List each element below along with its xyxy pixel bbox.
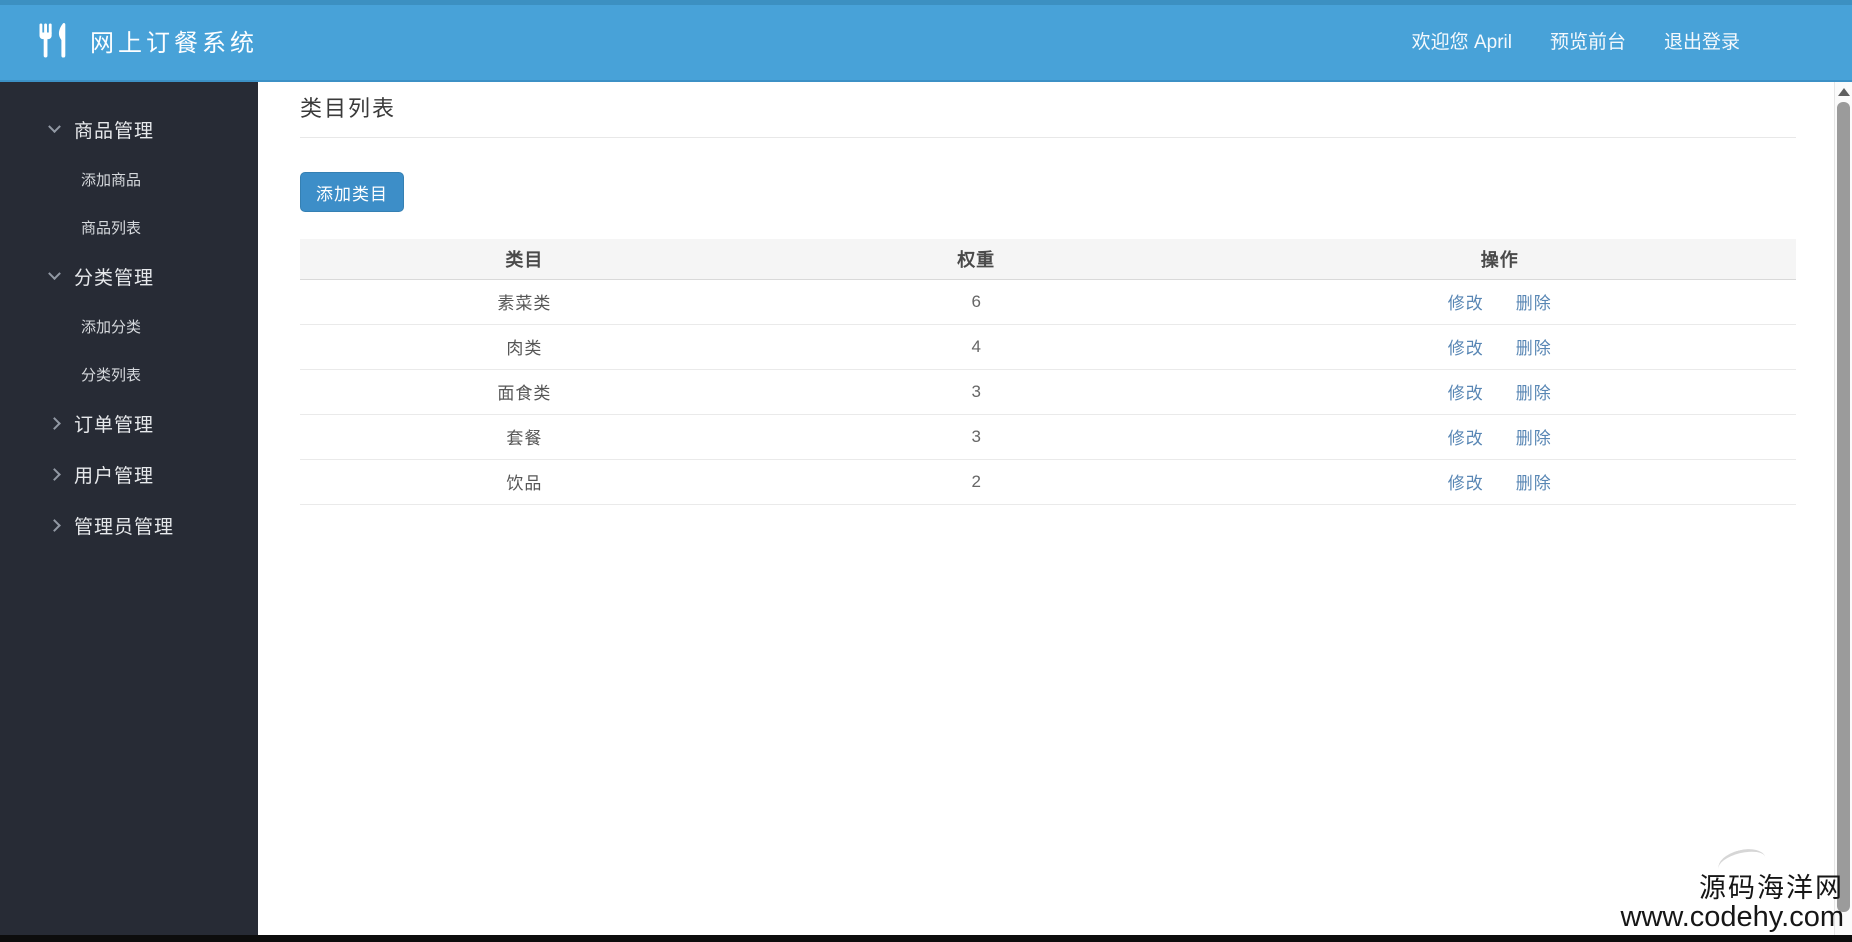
table-row: 饮品 2 修改 删除 [300, 459, 1796, 505]
cell-category: 套餐 [300, 414, 749, 460]
watermark-line1: 源码海洋网 [1699, 872, 1844, 903]
column-header-actions: 操作 [1203, 239, 1796, 280]
table-row: 面食类 3 修改 删除 [300, 369, 1796, 415]
preview-frontend-link[interactable]: 预览前台 [1550, 27, 1626, 54]
vertical-scrollbar[interactable] [1834, 82, 1852, 935]
sidebar-group-4[interactable]: 管理员管理 [0, 500, 258, 551]
sidebar-group-label: 订单管理 [74, 415, 155, 436]
edit-link[interactable]: 修改 [1448, 384, 1484, 403]
sidebar-group-label: 管理员管理 [74, 517, 175, 538]
top-header: 网上订餐系统 欢迎您 April 预览前台 退出登录 [0, 0, 1852, 82]
sidebar-subitem-0-0[interactable]: 添加商品 [0, 155, 258, 203]
edit-link[interactable]: 修改 [1448, 339, 1484, 358]
app-title: 网上订餐系统 [90, 29, 258, 57]
cell-weight: 6 [748, 279, 1204, 325]
column-header-weight: 权重 [748, 239, 1204, 280]
cell-actions: 修改 删除 [1203, 279, 1796, 325]
chevron-down-icon [48, 120, 61, 134]
category-table: 类目 权重 操作 素菜类 6 修改 删除 肉类 4 修改 删除 面食类 3 修改 删除 套餐 3 修改 删除饮… [300, 239, 1796, 505]
sidebar-group-3[interactable]: 用户管理 [0, 449, 258, 500]
sidebar-menu: 商品管理添加商品 商品列表分类管理添加分类 分类列表订单管理用户管理管理员管理 [0, 82, 258, 551]
sidebar-group-1[interactable]: 分类管理 [0, 251, 258, 302]
welcome-user-label: 欢迎您 April [1411, 31, 1512, 53]
cell-weight: 3 [748, 369, 1204, 415]
table-row: 素菜类 6 修改 删除 [300, 279, 1796, 325]
sidebar-subitem-1-1[interactable]: 分类列表 [0, 350, 258, 398]
scrollbar-thumb[interactable] [1837, 102, 1850, 912]
chevron-right-icon [48, 417, 61, 430]
column-header-category: 类目 [300, 239, 749, 280]
cell-category: 素菜类 [300, 279, 749, 325]
cell-actions: 修改 删除 [1203, 414, 1796, 460]
delete-link[interactable]: 删除 [1516, 294, 1552, 313]
table-row: 套餐 3 修改 删除 [300, 414, 1796, 460]
logout-link[interactable]: 退出登录 [1664, 27, 1740, 54]
chevron-down-icon [48, 267, 61, 281]
header-right-nav: 欢迎您 April 预览前台 退出登录 [1412, 27, 1852, 54]
cell-weight: 3 [748, 414, 1204, 460]
edit-link[interactable]: 修改 [1448, 294, 1484, 313]
chevron-right-icon [48, 519, 61, 532]
sidebar-subitem-1-0[interactable]: 添加分类 [0, 302, 258, 350]
delete-link[interactable]: 删除 [1516, 429, 1552, 448]
sidebar-subitem-0-1[interactable]: 商品列表 [0, 203, 258, 251]
edit-link[interactable]: 修改 [1448, 429, 1484, 448]
cell-weight: 2 [748, 459, 1204, 505]
delete-link[interactable]: 删除 [1516, 384, 1552, 403]
cell-weight: 4 [748, 324, 1204, 370]
page-title: 类目列表 [300, 96, 397, 121]
title-divider [300, 137, 1796, 138]
main-content: 类目列表 添加类目 类目 权重 操作 素菜类 6 修改 删除 肉类 4 修改 删除 面食类 3 修改… [258, 82, 1834, 935]
watermark-line2: www.codehy.com [1620, 900, 1845, 933]
brand[interactable]: 网上订餐系统 [0, 17, 258, 63]
scroll-up-arrow-icon[interactable] [1838, 88, 1850, 96]
sidebar-group-label: 商品管理 [74, 121, 155, 142]
sidebar-group-2[interactable]: 订单管理 [0, 398, 258, 449]
bottom-edge-bar [0, 935, 1852, 942]
site-watermark: 源码海洋网 www.codehy.com [1621, 874, 1845, 932]
cell-actions: 修改 删除 [1203, 369, 1796, 415]
sidebar: 商品管理添加商品 商品列表分类管理添加分类 分类列表订单管理用户管理管理员管理 [0, 82, 258, 935]
cell-actions: 修改 删除 [1203, 459, 1796, 505]
sidebar-group-label: 用户管理 [74, 466, 155, 487]
cell-actions: 修改 删除 [1203, 324, 1796, 370]
sidebar-group-0[interactable]: 商品管理 [0, 104, 258, 155]
cell-category: 肉类 [300, 324, 749, 370]
utensils-icon [30, 17, 76, 63]
cell-category: 饮品 [300, 459, 749, 505]
edit-link[interactable]: 修改 [1448, 474, 1484, 493]
delete-link[interactable]: 删除 [1516, 339, 1552, 358]
add-category-button[interactable]: 添加类目 [300, 172, 404, 212]
sidebar-group-label: 分类管理 [74, 268, 155, 289]
table-row: 肉类 4 修改 删除 [300, 324, 1796, 370]
chevron-right-icon [48, 468, 61, 481]
delete-link[interactable]: 删除 [1516, 474, 1552, 493]
cell-category: 面食类 [300, 369, 749, 415]
table-header-row: 类目 权重 操作 [300, 239, 1796, 280]
